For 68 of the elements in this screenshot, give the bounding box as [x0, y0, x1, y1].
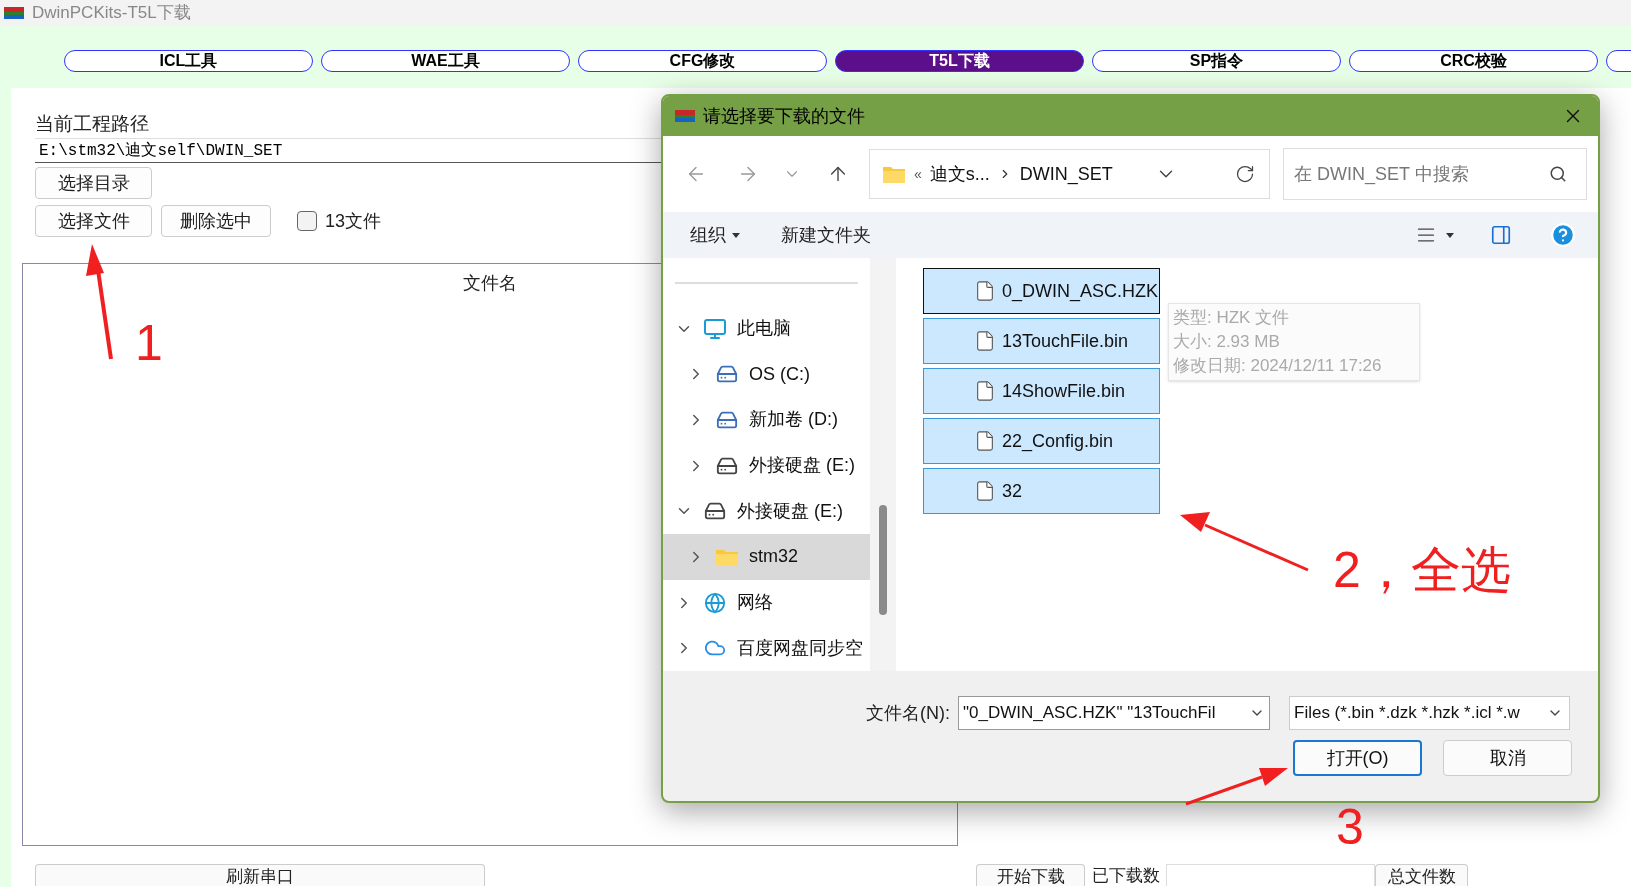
- folder-icon: [882, 164, 906, 184]
- file-icon: [974, 380, 996, 402]
- tree-item[interactable]: 百度网盘同步空: [663, 625, 870, 671]
- tree-item[interactable]: 此电脑: [663, 305, 870, 352]
- breadcrumb-overflow[interactable]: «: [914, 163, 922, 185]
- app-logo-icon: [4, 7, 24, 19]
- file-item[interactable]: 13TouchFile.bin: [923, 318, 1160, 364]
- file-item[interactable]: 32: [923, 468, 1160, 514]
- window-title: DwinPCKits-T5L下载: [32, 2, 191, 25]
- file-item[interactable]: 14ShowFile.bin: [923, 368, 1160, 414]
- tooltip-line: 类型: HZK 文件: [1173, 307, 1291, 329]
- total-files-button[interactable]: 总文件数: [1375, 864, 1468, 886]
- tooltip-line: 大小: 2.93 MB: [1173, 331, 1281, 353]
- select-directory-button[interactable]: 选择目录: [35, 167, 152, 199]
- file-icon: [974, 430, 996, 452]
- help-icon[interactable]: [1550, 222, 1576, 248]
- caret-icon[interactable]: [732, 232, 740, 238]
- tree-item[interactable]: 外接硬盘 (E:): [663, 442, 870, 489]
- file-icon: [974, 280, 996, 302]
- checkbox[interactable]: [297, 211, 317, 231]
- toolbar-button[interactable]: 删除选中: [161, 205, 271, 237]
- toolbar-button[interactable]: 选择文件: [35, 205, 152, 237]
- tree-item[interactable]: 外接硬盘 (E:): [663, 488, 870, 535]
- address-bar[interactable]: « 迪文s... DWIN_SET: [869, 149, 1270, 199]
- tab[interactable]: CRC校验: [1349, 50, 1598, 72]
- tree-item[interactable]: OS (C:): [663, 351, 870, 398]
- search-field[interactable]: 在 DWIN_SET 中搜索: [1283, 148, 1587, 200]
- breadcrumb-item[interactable]: DWIN_SET: [1019, 160, 1113, 188]
- filename-field[interactable]: "0_DWIN_ASC.HZK" "13TouchFil: [958, 696, 1270, 730]
- breadcrumb-item[interactable]: 迪文s...: [929, 160, 990, 188]
- new-folder-button[interactable]: 新建文件夹: [781, 221, 871, 249]
- app-logo-icon: [675, 110, 695, 122]
- caret-icon[interactable]: [1446, 232, 1454, 238]
- tree-item[interactable]: 网络: [663, 579, 870, 626]
- tree-item[interactable]: 新加卷 (D:): [663, 397, 870, 443]
- downloaded-count-label: 已下载数: [1092, 865, 1160, 884]
- preview-pane-icon[interactable]: [1490, 224, 1512, 246]
- tree-item[interactable]: stm32: [663, 534, 870, 580]
- tab[interactable]: ICL工具: [64, 50, 313, 72]
- tooltip-line: 修改日期: 2024/12/11 17:26: [1173, 355, 1383, 377]
- scrollbar-thumb[interactable]: [879, 505, 887, 615]
- filename-label: 文件名(N):: [866, 701, 950, 725]
- file-icon: [974, 480, 996, 502]
- dialog-title: 请选择要下载的文件: [703, 104, 865, 128]
- refresh-port-button[interactable]: 刷新串口: [35, 864, 485, 886]
- file-type-dropdown[interactable]: Files (*.bin *.dzk *.hzk *.icl *.w: [1289, 696, 1570, 730]
- tab[interactable]: SP指令: [1092, 50, 1341, 72]
- file-item[interactable]: 0_DWIN_ASC.HZK: [923, 268, 1160, 314]
- file-icon: [974, 330, 996, 352]
- tab[interactable]: T5L下载: [835, 50, 1084, 72]
- search-icon[interactable]: [1549, 165, 1567, 183]
- annotation-text: 2，全选: [1333, 545, 1511, 595]
- open-button[interactable]: 打开(O): [1293, 740, 1422, 776]
- tab[interactable]: WAE工具: [321, 50, 570, 72]
- monitor-icon: [703, 316, 727, 341]
- path-field[interactable]: E:\stm32\迪文self\DWIN_SET: [35, 138, 675, 163]
- globe-icon: [704, 591, 726, 614]
- checkbox-label: 13文件: [325, 209, 382, 233]
- path-label: 当前工程路径: [35, 111, 149, 136]
- start-download-button[interactable]: 开始下载: [976, 864, 1085, 886]
- cancel-button[interactable]: 取消: [1443, 740, 1572, 776]
- organize-menu[interactable]: 组织: [690, 221, 726, 249]
- annotation-text: 1: [135, 318, 163, 368]
- refresh-icon[interactable]: [1235, 164, 1255, 184]
- annotation-text: 3: [1336, 802, 1364, 852]
- column-header: 文件名: [462, 272, 518, 295]
- file-item[interactable]: 22_Config.bin: [923, 418, 1160, 464]
- tab[interactable]: CFG修改: [578, 50, 827, 72]
